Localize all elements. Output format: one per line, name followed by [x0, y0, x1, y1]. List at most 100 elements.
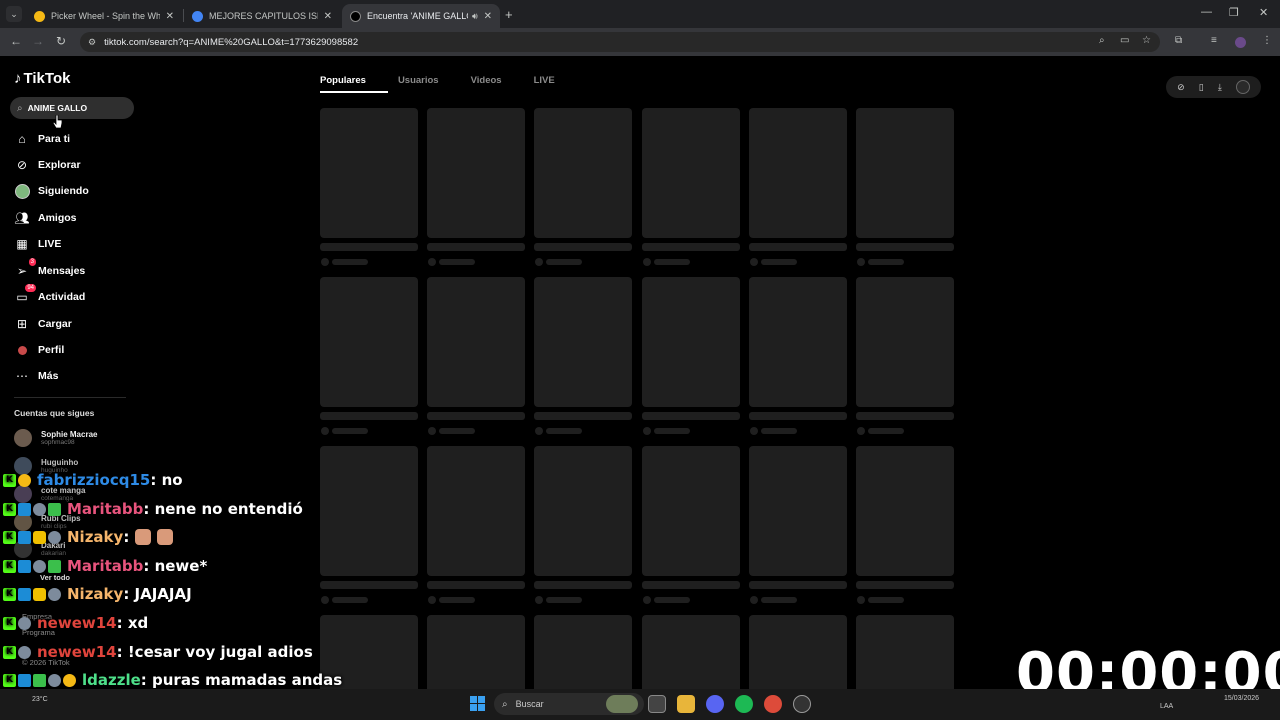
account-name: Huguinho — [41, 458, 79, 467]
reload-icon[interactable]: ↻ — [56, 34, 66, 48]
caption-skeleton — [749, 581, 847, 589]
emote-icon — [135, 529, 152, 545]
author-name-skeleton — [654, 259, 690, 265]
browser-tab-picker-wheel[interactable]: Picker Wheel - Spin the Wheel ✕ — [26, 4, 182, 28]
author-avatar-skeleton — [750, 427, 758, 435]
cast-icon[interactable]: ▭ — [1120, 35, 1129, 46]
live-icon: ▦ — [16, 237, 28, 251]
back-icon[interactable]: ← — [10, 34, 22, 48]
discord-icon[interactable] — [706, 695, 724, 713]
video-card-skeleton[interactable] — [320, 446, 418, 576]
search-value: ANIME GALLO — [27, 103, 88, 113]
tab-title: Encuentra 'ANIME GALLO' — [367, 11, 468, 21]
chat-username: newew14 — [37, 614, 117, 632]
video-card-skeleton[interactable] — [427, 277, 525, 407]
chat-message: Knewew14: xd — [3, 610, 148, 636]
video-card-skeleton[interactable] — [642, 615, 740, 689]
file-explorer-icon[interactable] — [677, 695, 695, 713]
video-card-skeleton[interactable] — [534, 615, 632, 689]
tab-live[interactable]: LIVE — [534, 72, 555, 94]
video-card-skeleton[interactable] — [749, 108, 847, 238]
taskbar-search-placeholder: Buscar — [515, 699, 544, 709]
user-avatar[interactable] — [1235, 80, 1250, 94]
spotify-icon[interactable] — [735, 695, 753, 713]
kebab-menu-icon[interactable]: ⋮ — [1262, 35, 1272, 46]
video-card-skeleton[interactable] — [427, 615, 525, 689]
video-card-skeleton[interactable] — [642, 108, 740, 238]
chat-username: newew14 — [37, 643, 117, 661]
media-control-icon[interactable]: ≡ — [1211, 35, 1217, 46]
video-card-skeleton[interactable] — [320, 277, 418, 407]
chat-badge-icon — [18, 530, 31, 544]
nav-label: Más — [38, 370, 59, 382]
video-card-skeleton[interactable] — [642, 277, 740, 407]
close-icon[interactable]: ✕ — [166, 11, 174, 22]
app-icon[interactable] — [793, 695, 811, 713]
nav-item-explorar[interactable]: ⊘ Explorar — [14, 155, 81, 175]
minimize-icon[interactable]: — — [1201, 6, 1212, 18]
nav-item-amigos[interactable]: 👥︎ Amigos — [14, 208, 76, 228]
system-clock[interactable]: 15/03/2026 — [1224, 693, 1259, 704]
device-icon[interactable]: ▯ — [1199, 82, 1204, 93]
chat-badge-icon — [48, 587, 61, 601]
zoom-icon[interactable]: ⌕ — [1099, 35, 1105, 46]
profile-avatar-icon[interactable] — [1235, 37, 1246, 48]
video-card-skeleton[interactable] — [856, 446, 954, 576]
chrome-icon[interactable] — [764, 695, 782, 713]
video-card-skeleton[interactable] — [749, 615, 847, 689]
nav-item-cargar[interactable]: ⊞ Cargar — [14, 314, 72, 334]
chat-badge-icon — [48, 530, 61, 544]
video-card-skeleton[interactable] — [534, 277, 632, 407]
extensions-icon[interactable]: ⧉ — [1175, 35, 1182, 46]
chat-username: Maritabb — [67, 500, 144, 518]
video-card-skeleton[interactable] — [856, 108, 954, 238]
address-bar[interactable]: ⚙︎ tiktok.com/search?q=ANIME%20GALLO&t=1… — [80, 32, 1160, 52]
nav-item-actividad[interactable]: ▭ 94 Actividad — [14, 284, 85, 307]
window-close-icon[interactable]: ✕ — [1259, 6, 1268, 19]
weather-widget[interactable]: 23°C — [32, 695, 48, 704]
widget-thumbnail-icon[interactable] — [606, 695, 638, 713]
windows-start-icon[interactable] — [470, 696, 485, 711]
chat-badge-icon — [18, 473, 31, 487]
tab-videos[interactable]: Videos — [471, 72, 502, 94]
nav-item-mensajes[interactable]: ➢ 3 Mensajes — [14, 258, 85, 281]
author-avatar-skeleton — [857, 596, 865, 604]
upload-icon: ⊞ — [16, 317, 28, 331]
maximize-icon[interactable]: ❐ — [1229, 6, 1239, 19]
followed-account[interactable]: Sophie Macrae sophmac98 — [14, 429, 97, 447]
bookmark-star-icon[interactable]: ☆ — [1142, 35, 1151, 46]
nav-item-siguiendo[interactable]: Siguiendo — [14, 181, 89, 201]
video-card-skeleton[interactable] — [749, 277, 847, 407]
tab-usuarios[interactable]: Usuarios — [398, 72, 439, 94]
close-icon[interactable]: ✕ — [324, 11, 332, 22]
site-info-icon[interactable]: ⚙︎ — [88, 37, 96, 48]
coins-icon[interactable]: ⊘ — [1177, 82, 1185, 93]
keyboard-language[interactable]: LAA — [1160, 703, 1173, 710]
tab-search-button[interactable]: ⌄ — [6, 6, 22, 22]
chat-text: : — [123, 528, 130, 546]
task-view-icon[interactable] — [648, 695, 666, 713]
search-icon: ⌕ — [502, 698, 508, 710]
new-tab-button[interactable]: + — [505, 7, 513, 22]
nav-item-mas[interactable]: ⋯ Más — [14, 366, 58, 386]
video-card-skeleton[interactable] — [427, 446, 525, 576]
video-card-skeleton[interactable] — [534, 108, 632, 238]
forward-icon[interactable]: → — [32, 34, 44, 48]
nav-item-para-ti[interactable]: ⌂ Para ti — [14, 129, 70, 149]
video-card-skeleton[interactable] — [642, 446, 740, 576]
video-card-skeleton[interactable] — [427, 108, 525, 238]
video-card-skeleton[interactable] — [534, 446, 632, 576]
nav-item-live[interactable]: ▦ LIVE — [14, 234, 61, 254]
nav-item-perfil[interactable]: Perfil — [14, 340, 64, 360]
video-card-skeleton[interactable] — [320, 108, 418, 238]
video-card-skeleton[interactable] — [749, 446, 847, 576]
speaker-icon[interactable]: 🔊︎ — [472, 11, 478, 22]
close-icon[interactable]: ✕ — [484, 11, 492, 22]
search-input[interactable]: ⌕ ANIME GALLO — [10, 97, 134, 119]
browser-tab-youtube[interactable]: MEJORES CAPITULOS ISEKAI IM ✕ — [184, 4, 340, 28]
video-card-skeleton[interactable] — [856, 615, 954, 689]
browser-tab-tiktok[interactable]: Encuentra 'ANIME GALLO' 🔊︎ ✕ — [342, 4, 500, 28]
download-icon[interactable]: ⤓ — [1218, 82, 1222, 93]
video-card-skeleton[interactable] — [856, 277, 954, 407]
tiktok-logo[interactable]: ♪ TikTok — [14, 70, 70, 87]
